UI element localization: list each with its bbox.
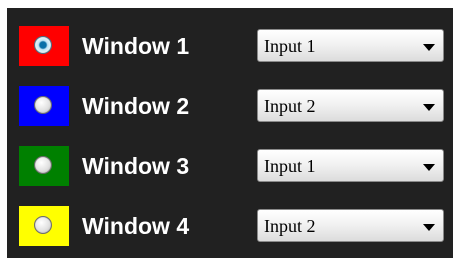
window-1-input-value: Input 1 — [264, 36, 316, 56]
window-2-input-select[interactable]: Input 2 — [257, 89, 444, 122]
chevron-down-icon[interactable] — [423, 44, 435, 51]
window-2-color-swatch — [19, 86, 69, 126]
window-1-label: Window 1 — [82, 33, 190, 59]
window-4-input-select[interactable]: Input 2 — [257, 209, 444, 242]
radio-button-icon[interactable] — [34, 96, 52, 114]
window-4-input-value: Input 2 — [264, 216, 316, 236]
window-row-3: Window 3 Input 1 — [7, 146, 453, 190]
window-row-2: Window 2 Input 2 — [7, 86, 453, 130]
window-4-color-swatch — [19, 206, 69, 246]
chevron-down-icon[interactable] — [423, 104, 435, 111]
radio-button-icon[interactable] — [34, 156, 52, 174]
window-2-label: Window 2 — [82, 93, 190, 119]
window-2-input-value: Input 2 — [264, 96, 316, 116]
radio-button-icon[interactable] — [34, 216, 52, 234]
window-row-1: Window 1 Input 1 — [7, 26, 453, 70]
chevron-down-icon[interactable] — [423, 164, 435, 171]
window-3-color-swatch — [19, 146, 69, 186]
window-row-4: Window 4 Input 2 — [7, 206, 453, 250]
window-4-label: Window 4 — [82, 213, 190, 239]
window-3-input-value: Input 1 — [264, 156, 316, 176]
window-1-input-select[interactable]: Input 1 — [257, 29, 444, 62]
window-3-input-select[interactable]: Input 1 — [257, 149, 444, 182]
window-3-label: Window 3 — [82, 153, 190, 179]
radio-button-icon[interactable] — [34, 36, 52, 54]
chevron-down-icon[interactable] — [423, 224, 435, 231]
window-selector-panel: Window 1 Input 1 Window 2 Input 2 Window… — [7, 8, 453, 258]
window-1-color-swatch — [19, 26, 69, 66]
